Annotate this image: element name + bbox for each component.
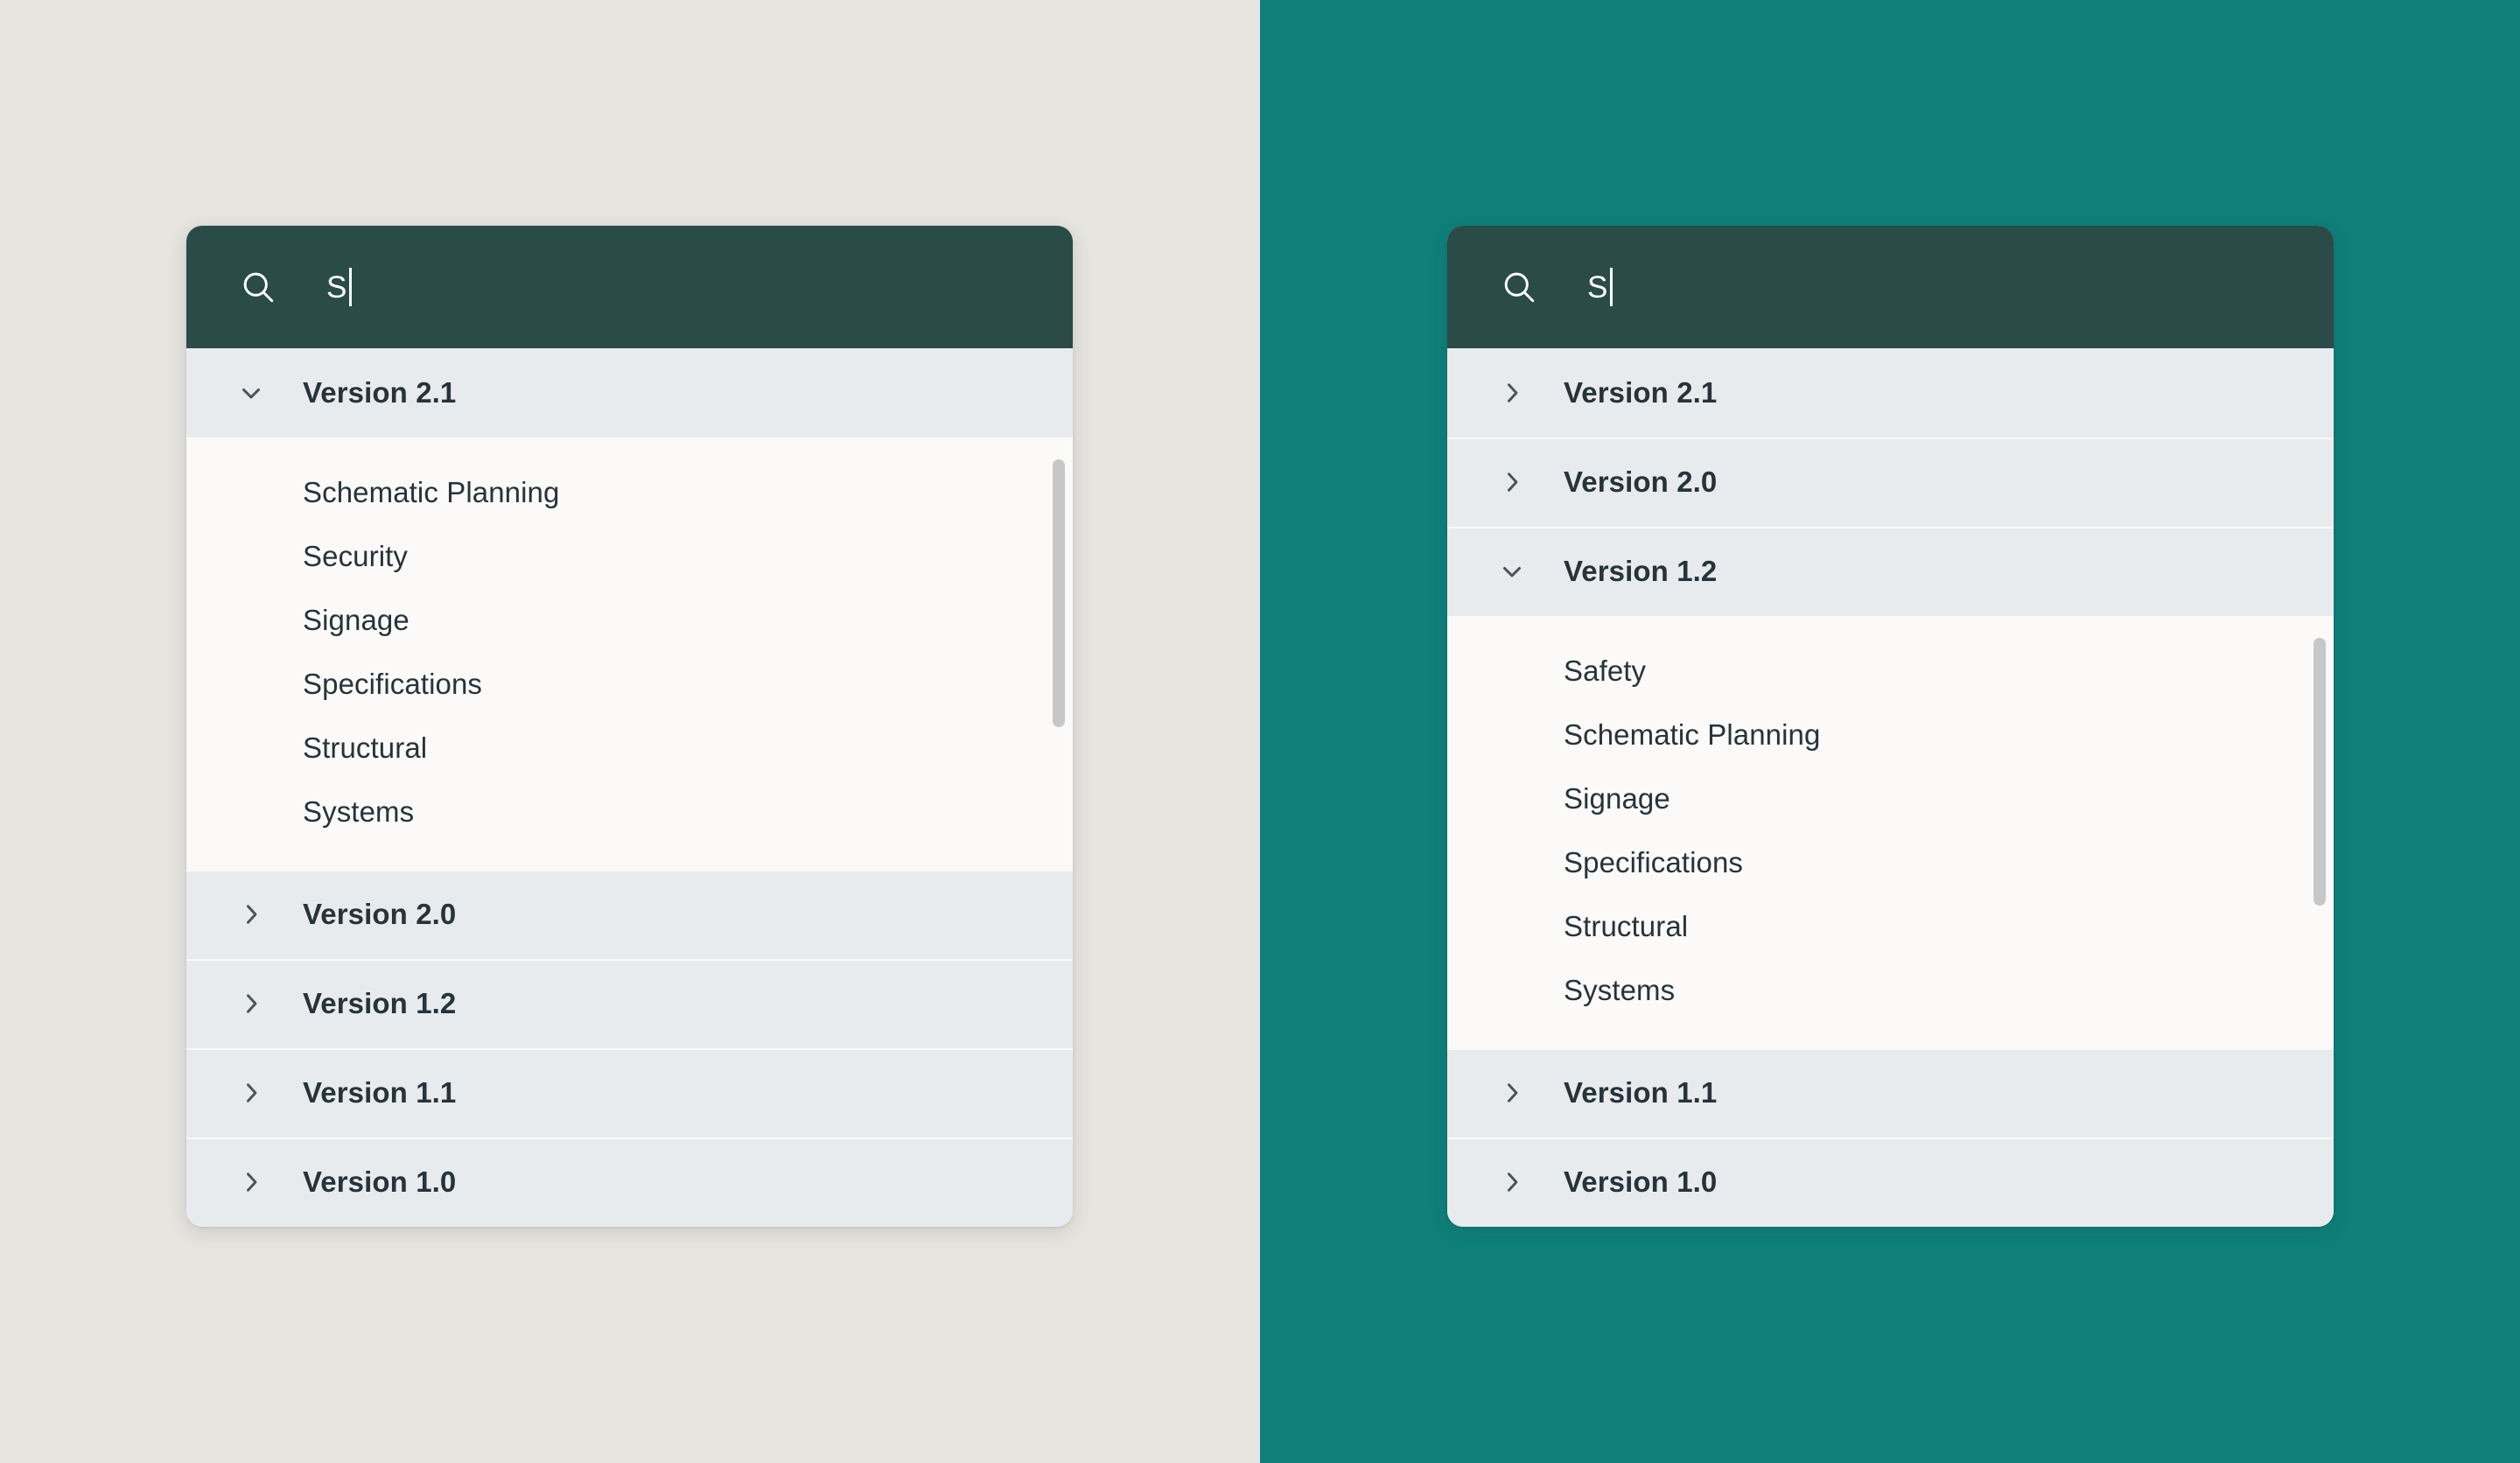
tree-group: Version 2.1 Schematic Planning Security … [186, 348, 1073, 870]
group-label: Version 1.2 [303, 987, 457, 1019]
tree-group: Version 1.0 [1447, 1138, 2334, 1227]
list-item[interactable]: Structural [186, 716, 1073, 780]
list-item-label: Schematic Planning [303, 475, 560, 508]
group-label: Version 2.1 [303, 376, 457, 409]
group-label: Version 1.0 [1564, 1166, 1718, 1198]
tree-group: Version 2.0 [186, 870, 1073, 959]
group-header-version-2-0[interactable]: Version 2.0 [1447, 438, 2334, 527]
group-header-version-1-1[interactable]: Version 1.1 [186, 1048, 1073, 1138]
list-item-label: Structural [1564, 909, 1689, 942]
tree-group: Version 1.1 [1447, 1048, 2334, 1138]
list-item-label: Structural [303, 731, 428, 764]
list-item-label: Systems [303, 794, 415, 828]
search-input[interactable]: S [1587, 264, 1613, 310]
chevron-right-icon [246, 1172, 257, 1192]
version-search-panel-right: S Version 2.1 Version 2.0 Version 1.2 Sa… [1447, 226, 2334, 1227]
right-backdrop: S Version 2.1 Version 2.0 Version 1.2 Sa… [1260, 0, 2520, 1463]
list-item[interactable]: Safety [1447, 639, 2334, 703]
list-item[interactable]: Schematic Planning [1447, 703, 2334, 766]
text-caret [1609, 268, 1613, 306]
group-header-version-1-2[interactable]: Version 1.2 [1447, 527, 2334, 616]
version-tree: Version 2.1 Version 2.0 Version 1.2 Safe… [1447, 348, 2334, 1227]
list-item[interactable]: Specifications [186, 652, 1073, 716]
chevron-right-icon [1507, 1172, 1518, 1192]
search-input[interactable]: S [326, 264, 352, 310]
list-item[interactable]: Security [186, 524, 1073, 588]
chevron-right-icon [1507, 472, 1518, 492]
tree-group: Version 2.0 [1447, 438, 2334, 527]
tree-group: Version 1.2 Safety Schematic Planning Si… [1447, 527, 2334, 1048]
search-icon [1504, 272, 1535, 303]
group-label: Version 2.0 [1564, 466, 1718, 498]
list-item-label: Signage [303, 603, 410, 636]
chevron-right-icon [246, 994, 257, 1013]
list-item[interactable]: Signage [186, 588, 1073, 652]
chevron-down-icon [1503, 566, 1521, 578]
list-item-label: Specifications [303, 667, 483, 700]
group-header-version-2-1[interactable]: Version 2.1 [1447, 348, 2334, 438]
chevron-right-icon [1507, 1083, 1518, 1102]
search-icon [243, 272, 274, 303]
list-item-label: Systems [1564, 973, 1676, 1006]
tree-group: Version 1.1 [186, 1048, 1073, 1138]
list-item-label: Safety [1564, 654, 1647, 687]
scrollbar-thumb[interactable] [1053, 458, 1065, 727]
tree-group: Version 2.1 [1447, 348, 2334, 438]
group-label: Version 1.0 [303, 1166, 457, 1198]
group-label: Version 1.1 [303, 1076, 457, 1109]
list-item-label: Schematic Planning [1564, 718, 1821, 751]
list-item-label: Security [303, 539, 409, 572]
version-search-panel-left: S Version 2.1 Schematic Planning Securit… [186, 226, 1073, 1227]
list-item[interactable]: Systems [1447, 958, 2334, 1022]
list-item[interactable]: Schematic Planning [186, 460, 1073, 524]
group-header-version-1-2[interactable]: Version 1.2 [186, 959, 1073, 1048]
group-header-version-1-0[interactable]: Version 1.0 [1447, 1138, 2334, 1227]
group-children-version-1-2: Safety Schematic Planning Signage Specif… [1447, 616, 2334, 1048]
tree-group: Version 1.2 [186, 959, 1073, 1048]
list-item[interactable]: Structural [1447, 894, 2334, 958]
list-item[interactable]: Specifications [1447, 830, 2334, 894]
search-input-value: S [326, 270, 347, 304]
group-children-version-2-1: Schematic Planning Security Signage Spec… [186, 438, 1073, 870]
text-caret [348, 268, 352, 306]
list-item[interactable]: Systems [186, 780, 1073, 844]
chevron-right-icon [246, 905, 257, 924]
scrollbar-thumb[interactable] [2314, 637, 2326, 906]
search-input-value: S [1587, 270, 1608, 304]
version-tree: Version 2.1 Schematic Planning Security … [186, 348, 1073, 1227]
chevron-right-icon [1507, 383, 1518, 402]
list-item-label: Specifications [1564, 845, 1744, 878]
group-header-version-1-1[interactable]: Version 1.1 [1447, 1048, 2334, 1138]
chevron-down-icon [242, 388, 260, 399]
group-label: Version 2.1 [1564, 376, 1718, 409]
group-label: Version 2.0 [303, 898, 457, 930]
group-label: Version 1.2 [1564, 555, 1718, 587]
list-item-label: Signage [1564, 781, 1670, 815]
left-backdrop: S Version 2.1 Schematic Planning Securit… [0, 0, 1260, 1463]
chevron-right-icon [246, 1083, 257, 1102]
group-header-version-2-0[interactable]: Version 2.0 [186, 870, 1073, 959]
group-header-version-2-1[interactable]: Version 2.1 [186, 348, 1073, 438]
screenshot-stage: S Version 2.1 Schematic Planning Securit… [0, 0, 2520, 1463]
search-bar[interactable]: S [186, 226, 1073, 348]
list-item[interactable]: Signage [1447, 766, 2334, 830]
group-header-version-1-0[interactable]: Version 1.0 [186, 1138, 1073, 1227]
search-bar[interactable]: S [1447, 226, 2334, 348]
group-label: Version 1.1 [1564, 1076, 1718, 1109]
tree-group: Version 1.0 [186, 1138, 1073, 1227]
